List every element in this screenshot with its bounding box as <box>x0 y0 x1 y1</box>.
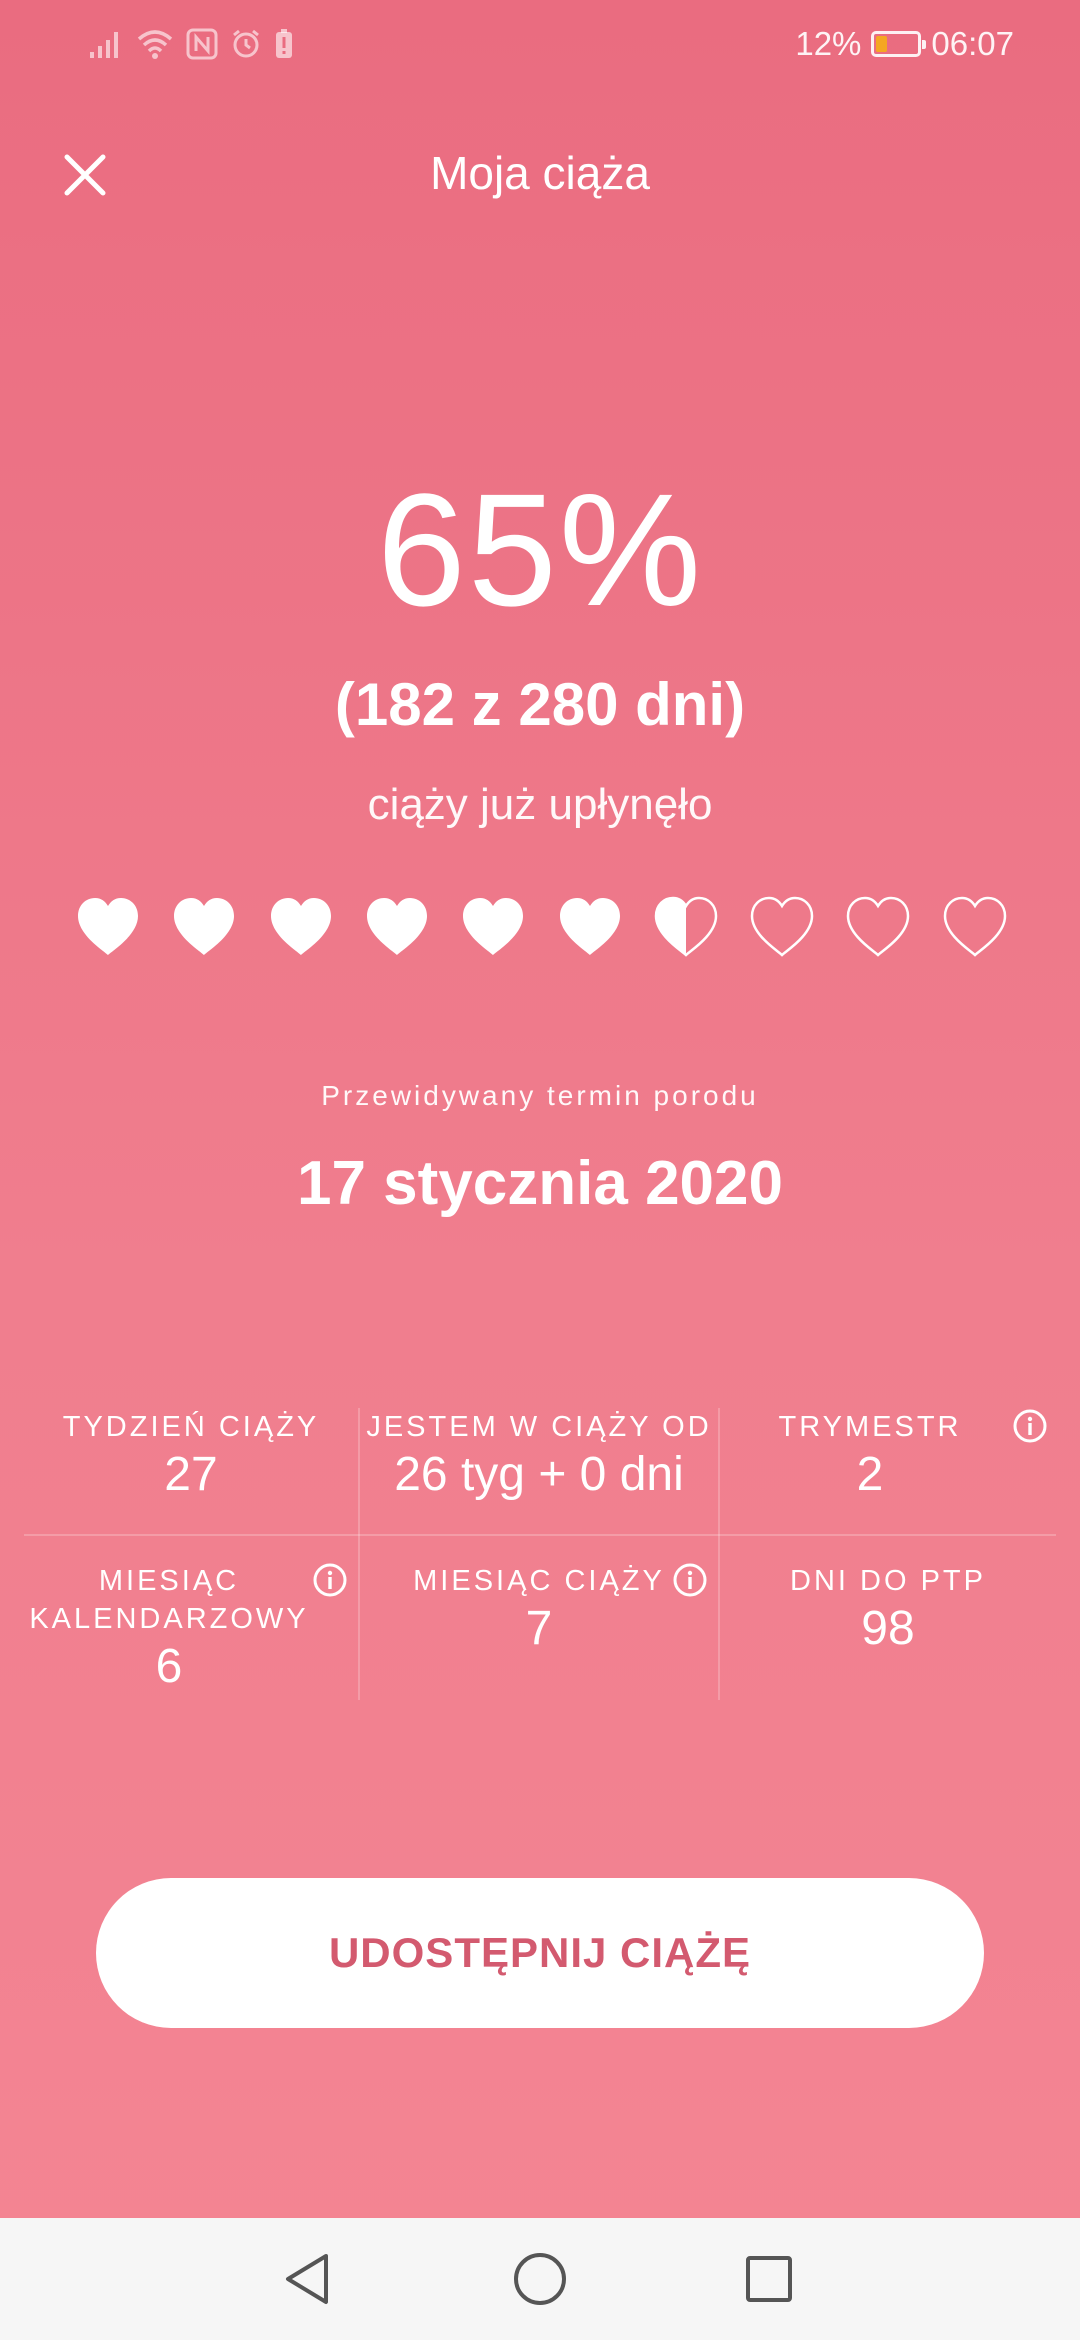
alarm-icon <box>233 29 259 58</box>
heart-full-icon <box>560 898 620 955</box>
battery-percent: 12% <box>795 25 862 62</box>
stats-grid: TYDZIEŃ CIĄŻY 27 JESTEM W CIĄŻY OD 26 ty… <box>24 1400 1056 1700</box>
share-pregnancy-button[interactable]: UDOSTĘPNIJ CIĄŻĘ <box>96 1878 984 2028</box>
info-icon-trimester[interactable] <box>1012 1408 1048 1444</box>
stat-value: 2 <box>856 1448 884 1501</box>
heart-full-icon <box>174 898 234 955</box>
heart-full-icon <box>78 898 138 955</box>
heart-empty-icon <box>943 896 1007 957</box>
progress-subtitle: ciąży już upłynęło <box>367 780 713 829</box>
nav-home-button[interactable] <box>507 2246 573 2312</box>
stat-value: 6 <box>155 1640 183 1693</box>
stat-label-line2: KALENDARZOWY <box>29 1603 309 1635</box>
nav-recents-button[interactable] <box>736 2246 802 2312</box>
stat-pregnancy-week: TYDZIEŃ CIĄŻY 27 <box>24 1408 358 1504</box>
wifi-icon <box>137 30 173 59</box>
info-icon-pregnancy-month[interactable] <box>672 1562 708 1598</box>
heart-full-icon <box>463 898 523 955</box>
stat-label: MIESIĄC CIĄŻY <box>413 1565 665 1597</box>
stat-label-line1: MIESIĄC <box>98 1565 240 1597</box>
info-icon-calendar-month[interactable] <box>312 1562 348 1598</box>
progress-days: (182 z 280 dni) <box>334 671 746 738</box>
stat-value: 7 <box>525 1602 553 1655</box>
heart-full-icon <box>367 898 427 955</box>
pregnancy-screen: 12% 06:07 Moja ciąża 65% (182 z 280 dni)… <box>0 0 1080 2340</box>
stat-trimester: TRYMESTR 2 <box>720 1408 1020 1504</box>
hearts-progress <box>74 895 1014 975</box>
stat-label: DNI DO PTP <box>790 1565 986 1597</box>
stat-pregnancy-month: MIESIĄC CIĄŻY 7 <box>360 1562 718 1658</box>
nav-back-button[interactable] <box>274 2246 340 2312</box>
recents-icon <box>746 2256 792 2302</box>
stat-label: TRYMESTR <box>778 1411 962 1443</box>
progress-percent: 65% <box>376 460 704 639</box>
clock: 06:07 <box>931 25 1014 62</box>
stat-value: 27 <box>164 1448 218 1501</box>
share-button-label: UDOSTĘPNIJ CIĄŻĘ <box>328 1929 752 1976</box>
stat-calendar-month: MIESIĄC KALENDARZOWY 6 <box>24 1562 314 1696</box>
signal-icon <box>90 32 118 58</box>
stat-value: 26 tyg + 0 dni <box>394 1448 684 1501</box>
stat-label: JESTEM W CIĄŻY OD <box>366 1411 712 1443</box>
battery-alert-icon <box>276 29 292 58</box>
home-icon <box>514 2253 566 2305</box>
stat-value: 98 <box>861 1602 915 1655</box>
page-title: Moja ciąża <box>430 147 650 199</box>
stat-days-to-due: DNI DO PTP 98 <box>720 1562 1056 1658</box>
heart-empty-icon <box>846 896 910 957</box>
status-icons-left <box>88 24 294 64</box>
battery-icon <box>871 31 927 57</box>
due-date-label: Przewidywany termin porodu <box>321 1080 759 1111</box>
heart-half-icon <box>654 896 718 957</box>
stat-label: TYDZIEŃ CIĄŻY <box>62 1411 320 1443</box>
navigation-bar <box>0 2218 1080 2340</box>
nfc-icon <box>186 28 218 60</box>
divider-horizontal <box>24 1534 1056 1536</box>
status-bar: 12% 06:07 <box>0 0 1080 90</box>
due-date-value: 17 stycznia 2020 <box>296 1149 783 1218</box>
heart-empty-icon <box>750 896 814 957</box>
battery-level <box>876 36 888 52</box>
stat-pregnant-since: JESTEM W CIĄŻY OD 26 tyg + 0 dni <box>360 1408 718 1504</box>
back-icon <box>286 2254 328 2304</box>
heart-full-icon <box>271 898 331 955</box>
status-icons-right: 12% 06:07 <box>795 24 1014 64</box>
